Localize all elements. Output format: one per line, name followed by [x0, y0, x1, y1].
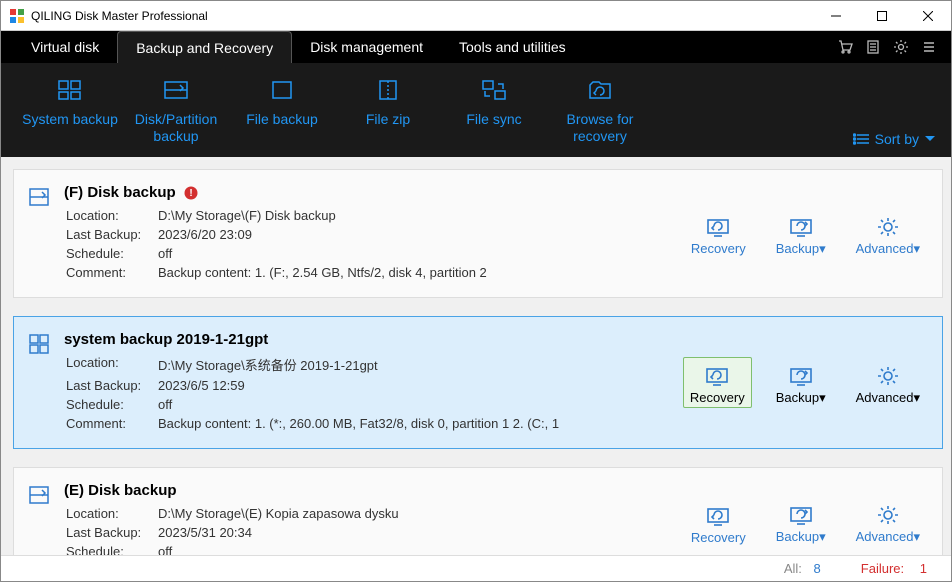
tab-tools-and-utilities[interactable]: Tools and utilities [441, 31, 584, 63]
error-icon: ! [184, 186, 198, 200]
maximize-button[interactable] [859, 1, 905, 30]
file-backup-icon [229, 75, 335, 105]
backup-name: (E) Disk backup [64, 482, 177, 499]
status-all-label: All: [784, 561, 802, 576]
system-backup-button[interactable]: System backup [17, 75, 123, 149]
svg-text:!: ! [189, 188, 192, 199]
backup-button[interactable]: Backup▾ [770, 209, 832, 259]
status-failure-label: Failure: [861, 561, 904, 576]
cart-icon[interactable] [831, 31, 859, 63]
file-zip-icon [335, 75, 441, 105]
file-backup-button[interactable]: File backup [229, 75, 335, 149]
last-backup-label: Last Backup: [66, 377, 156, 394]
gear-icon [856, 362, 920, 390]
advanced-button[interactable]: Advanced▾ [850, 497, 926, 547]
schedule-label: Schedule: [66, 245, 156, 262]
backup-name: system backup 2019-1-21gpt [64, 331, 268, 348]
last-backup-value: 2023/5/31 20:34 [158, 524, 407, 541]
schedule-value: off [158, 245, 495, 262]
minimize-button[interactable] [813, 1, 859, 30]
browse-recovery-button[interactable]: Browse for recovery [547, 75, 653, 149]
location-value: D:\My Storage\(F) Disk backup [158, 207, 495, 224]
disk-icon [28, 184, 52, 283]
partition-backup-button[interactable]: Disk/Partition backup [123, 75, 229, 149]
schedule-value: off [158, 543, 407, 555]
recovery-button[interactable]: Recovery [683, 357, 752, 408]
location-value: D:\My Storage\(E) Kopia zapasowa dysku [158, 505, 407, 522]
backup-item[interactable]: (E) Disk backup Location:D:\My Storage\(E… [13, 467, 943, 555]
system-backup-icon [17, 75, 123, 105]
comment-label: Comment: [66, 264, 156, 281]
last-backup-label: Last Backup: [66, 226, 156, 243]
schedule-label: Schedule: [66, 396, 156, 413]
location-label: Location: [66, 354, 156, 375]
file-sync-icon [441, 75, 547, 105]
comment-value: Backup content: 1. (F:, 2.54 GB, Ntfs/2,… [158, 264, 495, 281]
menubar: Virtual disk Backup and Recovery Disk ma… [1, 31, 951, 63]
recovery-icon [690, 362, 745, 390]
recovery-icon [691, 502, 746, 530]
backup-icon [776, 501, 826, 529]
titlebar: QILING Disk Master Professional [1, 1, 951, 31]
backup-list: (F) Disk backup!Location:D:\My Storage\(… [1, 157, 951, 555]
close-button[interactable] [905, 1, 951, 30]
last-backup-value: 2023/6/5 12:59 [158, 377, 567, 394]
status-all-value: 8 [814, 561, 821, 576]
log-icon[interactable] [859, 31, 887, 63]
backup-item[interactable]: (F) Disk backup! Location:D:\My Storage\(… [13, 169, 943, 298]
tab-backup-and-recovery[interactable]: Backup and Recovery [117, 31, 292, 63]
sort-by-button[interactable]: Sort by [853, 131, 935, 147]
last-backup-label: Last Backup: [66, 524, 156, 541]
browse-recovery-icon [547, 75, 653, 105]
status-failure-value: 1 [920, 561, 927, 576]
backup-name: (F) Disk backup [64, 184, 176, 201]
advanced-button[interactable]: Advanced▾ [850, 358, 926, 408]
app-logo-icon [9, 8, 25, 24]
menu-icon[interactable] [915, 31, 943, 63]
disk-icon [28, 482, 52, 555]
file-zip-button[interactable]: File zip [335, 75, 441, 149]
tab-disk-management[interactable]: Disk management [292, 31, 441, 63]
file-sync-button[interactable]: File sync [441, 75, 547, 149]
gear-icon [856, 213, 920, 241]
location-label: Location: [66, 207, 156, 224]
recovery-button[interactable]: Recovery [685, 209, 752, 258]
backup-icon [776, 362, 826, 390]
tab-virtual-disk[interactable]: Virtual disk [13, 31, 117, 63]
partition-backup-icon [123, 75, 229, 105]
last-backup-value: 2023/6/20 23:09 [158, 226, 495, 243]
schedule-value: off [158, 396, 567, 413]
backup-button[interactable]: Backup▾ [770, 497, 832, 547]
comment-label: Comment: [66, 415, 156, 432]
recovery-icon [691, 213, 746, 241]
system-icon [28, 331, 52, 434]
window-title: QILING Disk Master Professional [31, 9, 813, 23]
advanced-button[interactable]: Advanced▾ [850, 209, 926, 259]
statusbar: All: 8 Failure: 1 [1, 555, 951, 581]
comment-value: Backup content: 1. (*:, 260.00 MB, Fat32… [158, 415, 567, 432]
gear-icon [856, 501, 920, 529]
location-value: D:\My Storage\系统备份 2019-1-21gpt [158, 354, 567, 375]
settings-icon[interactable] [887, 31, 915, 63]
backup-icon [776, 213, 826, 241]
schedule-label: Schedule: [66, 543, 156, 555]
recovery-button[interactable]: Recovery [685, 498, 752, 547]
toolbar: System backup Disk/Partition backup File… [1, 63, 951, 157]
backup-button[interactable]: Backup▾ [770, 358, 832, 408]
location-label: Location: [66, 505, 156, 522]
backup-item[interactable]: system backup 2019-1-21gpt Location:D:\My… [13, 316, 943, 449]
chevron-down-icon [925, 136, 935, 142]
